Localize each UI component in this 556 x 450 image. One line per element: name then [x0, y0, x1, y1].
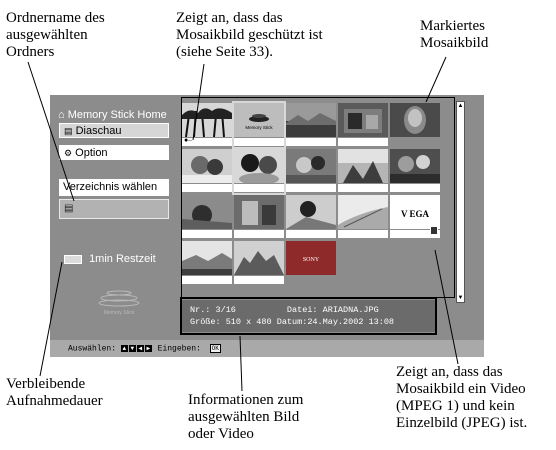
callout-lines [27, 56, 459, 392]
